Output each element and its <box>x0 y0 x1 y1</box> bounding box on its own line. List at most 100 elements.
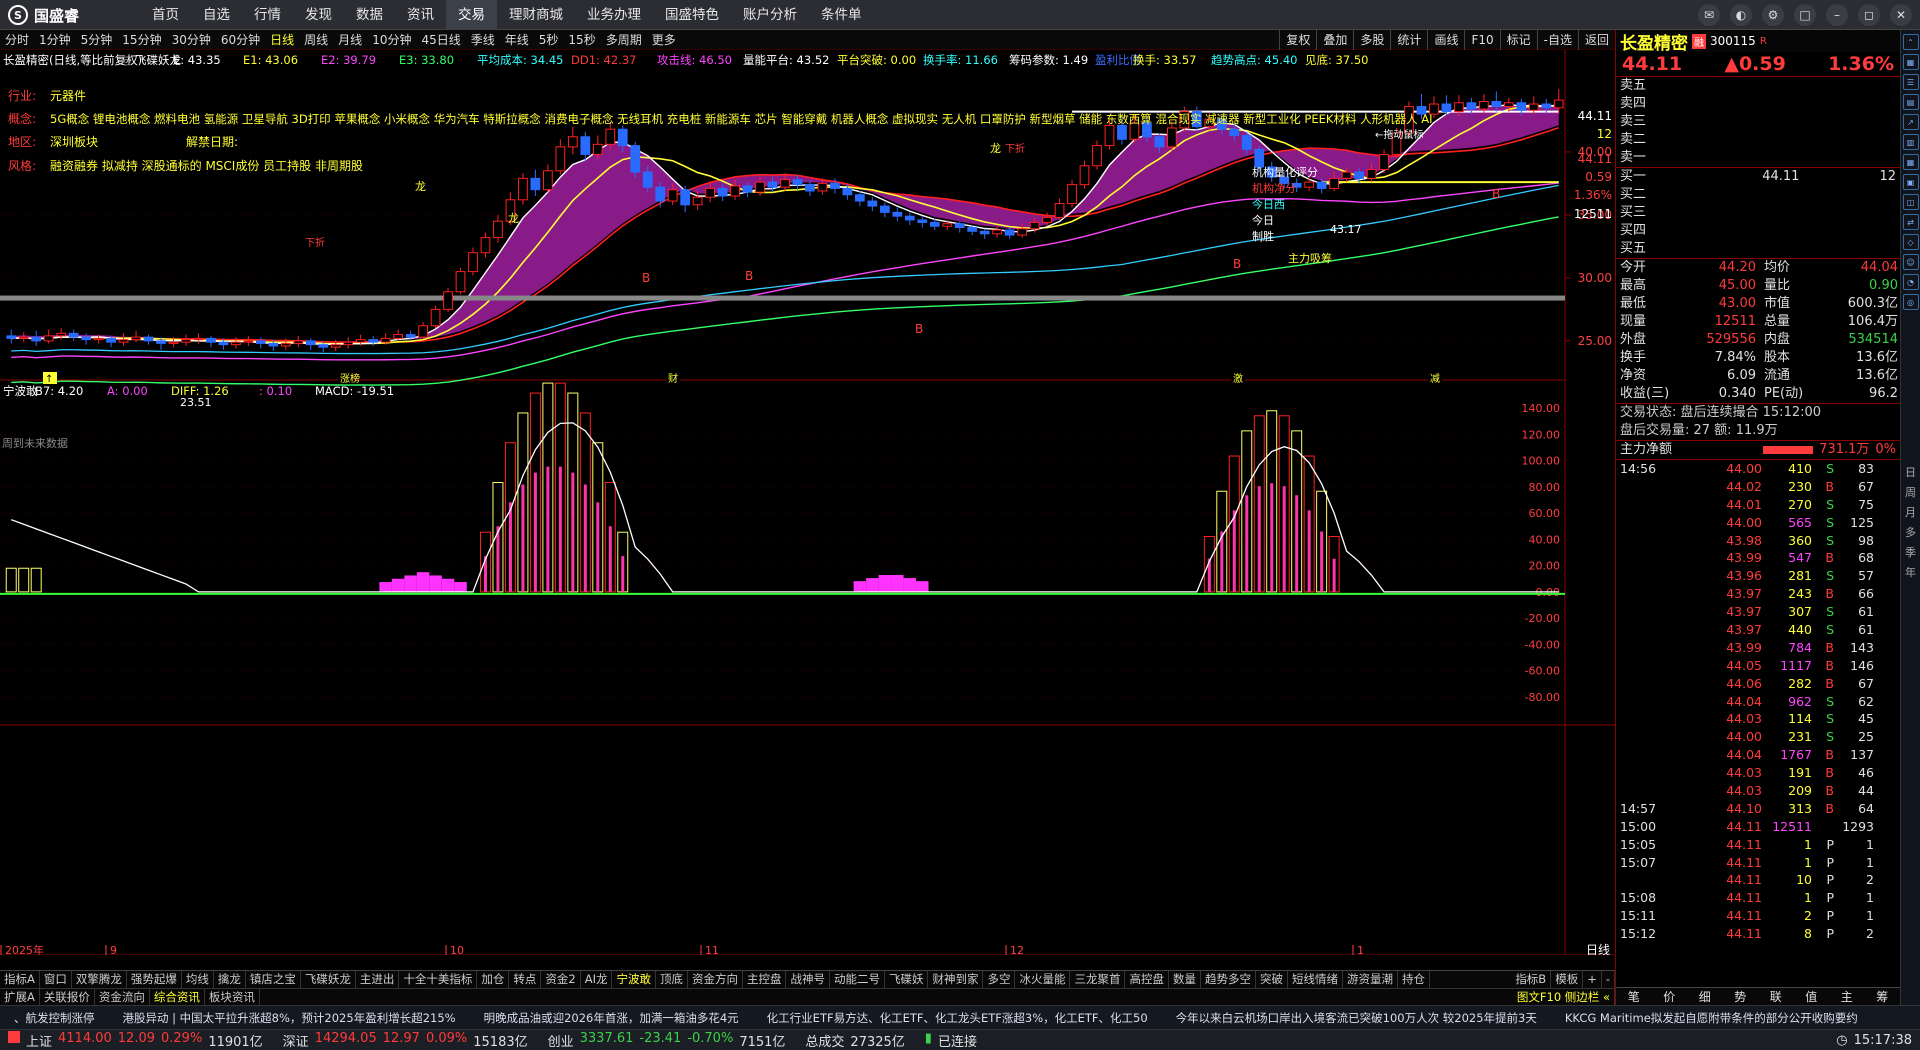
fullscreen-icon[interactable]: □ <box>1794 4 1816 26</box>
panel-tab-5[interactable]: 值 <box>1805 988 1817 1005</box>
news-item-1[interactable]: 港股异动 | 中国太平拉升涨超8%，预计2025年盈利增长超215% <box>109 1010 470 1026</box>
indicator-tab-20[interactable]: 飞碟妖 <box>885 971 929 988</box>
rightbar-label-3[interactable]: 多 <box>1905 524 1916 540</box>
sells-row-2[interactable]: 卖三 <box>1616 113 1900 131</box>
menu-item-11[interactable]: 条件单 <box>809 0 874 30</box>
trend-icon[interactable]: ↗ <box>1902 114 1919 130</box>
period-2[interactable]: 5分钟 <box>76 30 118 50</box>
indicator-tab-9[interactable]: 十全十美指标 <box>399 971 478 988</box>
indicator-tab-28[interactable]: 突破 <box>1256 971 1288 988</box>
period-13[interactable]: 5秒 <box>534 30 564 50</box>
period-6[interactable]: 日线 <box>265 30 299 50</box>
indicator-tab-27[interactable]: 趋势多空 <box>1201 971 1256 988</box>
period-4[interactable]: 30分钟 <box>167 30 216 50</box>
menu-item-4[interactable]: 数据 <box>344 0 395 30</box>
ext-tab-2[interactable]: 资金流向 <box>95 989 150 1005</box>
maximize-icon[interactable]: ◻ <box>1858 4 1880 26</box>
chart-icon[interactable]: ▤ <box>1902 94 1919 110</box>
grid-icon[interactable]: ▦ <box>1902 54 1919 70</box>
menu-item-7[interactable]: 理财商城 <box>497 0 575 30</box>
tool-6[interactable]: 标记 <box>1499 30 1537 50</box>
bar-icon[interactable]: ▥ <box>1902 134 1919 150</box>
menu-item-6[interactable]: 交易 <box>446 0 497 30</box>
indicator-tab-31[interactable]: 持仓 <box>1398 971 1430 988</box>
tool-7[interactable]: -自选 <box>1536 30 1578 50</box>
period-7[interactable]: 周线 <box>299 30 333 50</box>
settings-icon[interactable]: ⚙ <box>1762 4 1784 26</box>
buys-row-3[interactable]: 买四 <box>1616 222 1900 240</box>
close-icon[interactable]: ✕ <box>1890 4 1912 26</box>
indicator-tab-18[interactable]: 战神号 <box>786 971 830 988</box>
sh-index[interactable]: 上证 4114.00 12.09 0.29% 11901亿 <box>0 1030 271 1050</box>
indicator-tab-12[interactable]: 资金2 <box>541 971 581 988</box>
person-icon[interactable]: ☺ <box>1902 254 1919 270</box>
buys-row-4[interactable]: 买五 <box>1616 240 1900 258</box>
indicator-tab-right-0[interactable]: 指标B <box>1511 971 1552 988</box>
indicator-tab-13[interactable]: AI龙 <box>581 971 613 988</box>
period-12[interactable]: 年线 <box>500 30 534 50</box>
tick-list[interactable]: 14:56 44.00 410 S 83 44.02 230 B 67 44.01 270 S 75 44… <box>1616 460 1900 943</box>
panel-tab-0[interactable]: 笔 <box>1628 988 1640 1005</box>
table-icon[interactable]: ▦ <box>1902 154 1919 170</box>
indicator-tab-2[interactable]: 双擎腾龙 <box>72 971 127 988</box>
menu-item-10[interactable]: 账户分析 <box>731 0 809 30</box>
ext-tab-4[interactable]: 板块资讯 <box>205 989 260 1005</box>
stock-chart[interactable]: 40.0035.0030.0025.0044.111244.110.591.36… <box>0 50 1615 955</box>
period-3[interactable]: 15分钟 <box>117 30 166 50</box>
indicator-tab-25[interactable]: 高控盘 <box>1125 971 1169 988</box>
panel-tab-3[interactable]: 势 <box>1734 988 1746 1005</box>
rightbar-label-0[interactable]: 日 <box>1905 464 1916 480</box>
indicator-tab-right-3[interactable]: - <box>1602 971 1615 988</box>
skin-icon[interactable]: ◐ <box>1730 4 1752 26</box>
buys-row-1[interactable]: 买二 <box>1616 186 1900 204</box>
menu-item-2[interactable]: 行情 <box>242 0 293 30</box>
tool-8[interactable]: 返回 <box>1577 30 1615 50</box>
sells-row-0[interactable]: 卖五 <box>1616 77 1900 95</box>
news-item-5[interactable]: KKCG Maritime拟发起自愿附带条件的部分公开收购要约 <box>1551 1010 1872 1026</box>
period-10[interactable]: 45日线 <box>416 30 465 50</box>
news-item-0[interactable]: 、航发控制涨停 <box>0 1010 109 1026</box>
panel-tab-7[interactable]: 筹 <box>1876 988 1888 1005</box>
sidebar-toggle[interactable]: 图文F10 侧边栏 « <box>1513 989 1615 1005</box>
sells-row-1[interactable]: 卖四 <box>1616 95 1900 113</box>
indicator-tab-10[interactable]: 加仓 <box>477 971 510 988</box>
buys-row-2[interactable]: 买三 <box>1616 204 1900 222</box>
indicator-tab-19[interactable]: 动能二号 <box>830 971 885 988</box>
indicator-tab-right-2[interactable]: + <box>1583 971 1602 988</box>
news-item-2[interactable]: 明晚成品油或迎2026年首涨，加满一箱油多花4元 <box>470 1010 753 1026</box>
pie-icon[interactable]: ◔ <box>1902 274 1919 290</box>
panel-tab-2[interactable]: 细 <box>1699 988 1711 1005</box>
sz-index[interactable]: 深证 14294.05 12.97 0.09% 15183亿 <box>275 1031 536 1050</box>
indicator-tab-4[interactable]: 均线 <box>182 971 214 988</box>
panel-tab-1[interactable]: 价 <box>1663 988 1675 1005</box>
ext-tab-3[interactable]: 综合资讯 <box>150 989 205 1005</box>
indicator-tab-1[interactable]: 窗口 <box>40 971 72 988</box>
layout-icon[interactable]: ▣ <box>1902 174 1919 190</box>
cube-icon[interactable]: ◇ <box>1902 234 1919 250</box>
period-1[interactable]: 1分钟 <box>34 30 76 50</box>
indicator-tab-right-1[interactable]: 模板 <box>1551 971 1584 988</box>
indicator-tab-6[interactable]: 镇店之宝 <box>246 971 301 988</box>
sells-row-3[interactable]: 卖二 <box>1616 131 1900 149</box>
indicator-tab-14[interactable]: 宁波敢 <box>612 971 656 988</box>
menu-item-1[interactable]: 自选 <box>191 0 242 30</box>
period-8[interactable]: 月线 <box>333 30 367 50</box>
ext-tab-1[interactable]: 关联报价 <box>40 989 95 1005</box>
menu-item-0[interactable]: 首页 <box>140 0 191 30</box>
list-icon[interactable]: ☰ <box>1902 74 1919 90</box>
panel-tab-6[interactable]: 主 <box>1841 988 1853 1005</box>
menu-item-9[interactable]: 国盛特色 <box>653 0 731 30</box>
period-15[interactable]: 多周期 <box>601 30 647 50</box>
rightbar-label-2[interactable]: 月 <box>1905 504 1916 520</box>
window-icon[interactable]: ◫ <box>1902 194 1919 210</box>
indicator-tab-7[interactable]: 飞碟妖龙 <box>301 971 356 988</box>
ext-tab-0[interactable]: 扩展A <box>0 989 40 1005</box>
rightbar-label-4[interactable]: 季 <box>1905 544 1916 560</box>
tool-2[interactable]: 多股 <box>1353 30 1390 50</box>
tool-4[interactable]: 画线 <box>1427 30 1464 50</box>
indicator-tab-11[interactable]: 转点 <box>509 971 542 988</box>
indicator-tab-8[interactable]: 主进出 <box>356 971 400 988</box>
indicator-tab-30[interactable]: 游资量潮 <box>1343 971 1398 988</box>
indicator-tab-5[interactable]: 擒龙 <box>214 971 246 988</box>
menu-item-3[interactable]: 发现 <box>293 0 344 30</box>
